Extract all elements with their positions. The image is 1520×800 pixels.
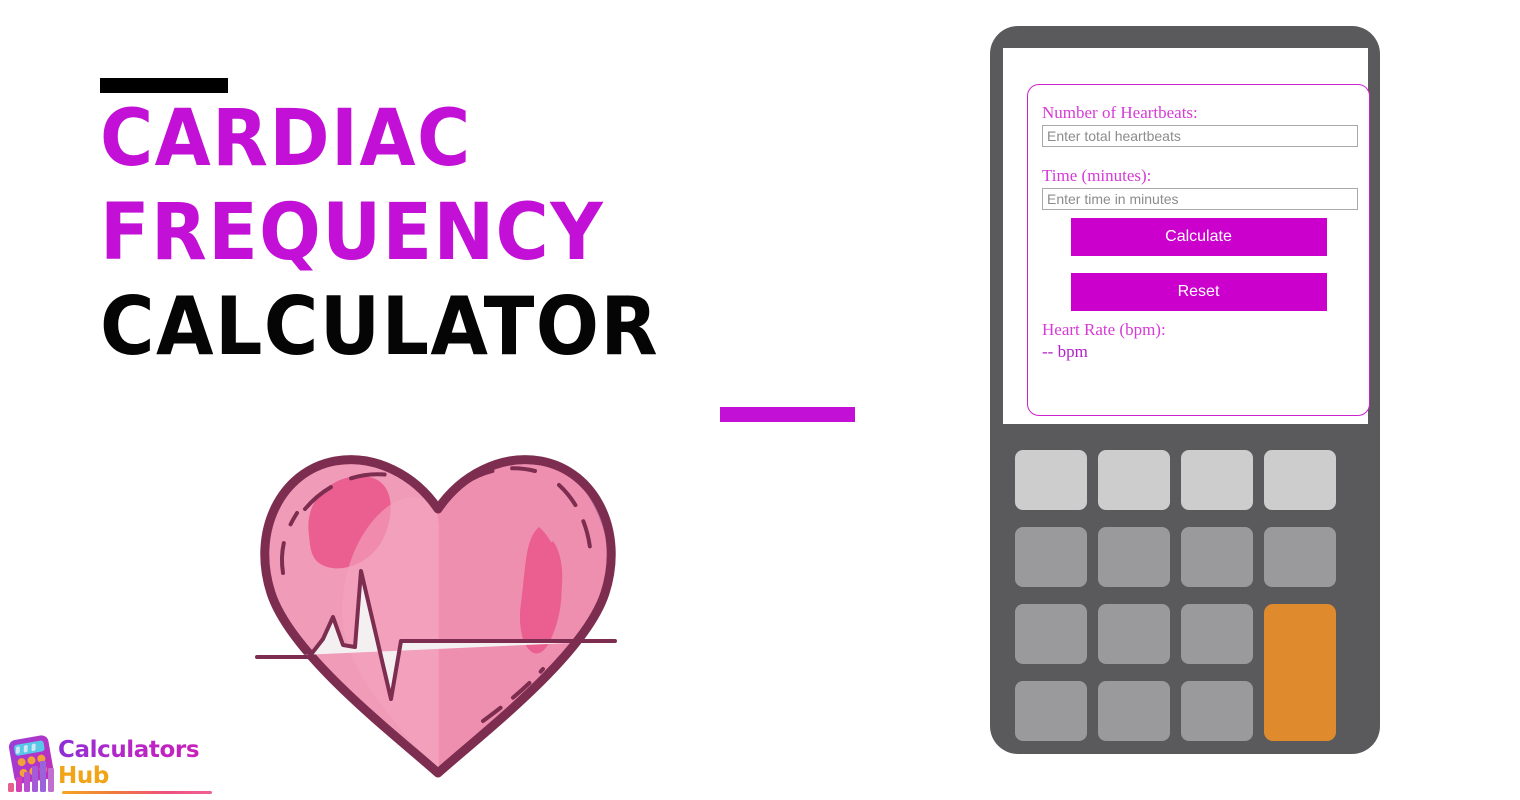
time-input[interactable] — [1042, 188, 1358, 210]
time-label: Time (minutes): — [1042, 166, 1152, 185]
keypad-key-r3c3[interactable] — [1181, 604, 1253, 664]
calculators-hub-logo[interactable]: Calculators Hub — [6, 735, 216, 795]
keypad-key-r3c1[interactable] — [1015, 604, 1087, 664]
logo-line-hub: Hub — [58, 763, 109, 789]
logo-wordmark: Calculators Hub — [58, 737, 200, 789]
title-bottom-rule — [720, 407, 855, 422]
keypad-key-r2c2[interactable] — [1098, 527, 1170, 587]
reset-button[interactable]: Reset — [1070, 273, 1327, 311]
keypad-key-r2c4[interactable] — [1264, 527, 1336, 587]
keypad-key-r1c2[interactable] — [1098, 450, 1170, 510]
heartbeats-label: Number of Heartbeats: — [1042, 103, 1198, 122]
hero-panel: CARDIAC FREQUENCY CALCULATOR Calculators… — [0, 0, 960, 800]
logo-underline — [62, 791, 212, 794]
calculate-button[interactable]: Calculate — [1070, 218, 1327, 256]
result-label: Heart Rate (bpm): — [1042, 320, 1166, 339]
title-line-2: FREQUENCY — [100, 188, 605, 278]
screenshot-root: CARDIAC FREQUENCY CALCULATOR Calculators… — [0, 0, 1520, 800]
keypad-key-r3c2[interactable] — [1098, 604, 1170, 664]
keypad-key-r4c2[interactable] — [1098, 681, 1170, 741]
title-line-1: CARDIAC — [100, 94, 472, 184]
keypad-key-r1c4[interactable] — [1264, 450, 1336, 510]
calculator-device: Number of Heartbeats: Time (minutes): Ca… — [990, 26, 1380, 754]
calculator-screen: Number of Heartbeats: Time (minutes): Ca… — [1003, 48, 1370, 424]
keypad-key-r4c3[interactable] — [1181, 681, 1253, 741]
keypad-key-r4c1[interactable] — [1015, 681, 1087, 741]
heartbeats-input[interactable] — [1042, 125, 1358, 147]
page-title: CARDIAC FREQUENCY CALCULATOR — [100, 92, 920, 374]
keypad-key-r2c3[interactable] — [1181, 527, 1253, 587]
heart-rate-form-card: Number of Heartbeats: Time (minutes): Ca… — [1027, 84, 1370, 416]
heart-illustration — [243, 443, 633, 788]
keypad-key-equals[interactable] — [1264, 604, 1336, 741]
title-line-3: CALCULATOR — [100, 280, 660, 373]
logo-line-calculators: Calculators — [58, 737, 200, 763]
keypad-key-r1c1[interactable] — [1015, 450, 1087, 510]
calculator-bar-chart-icon — [6, 735, 62, 793]
result-value: -- bpm — [1042, 342, 1088, 361]
title-top-rule — [100, 78, 228, 93]
keypad-key-r2c1[interactable] — [1015, 527, 1087, 587]
calculator-keypad — [1015, 428, 1355, 744]
keypad-key-r1c3[interactable] — [1181, 450, 1253, 510]
